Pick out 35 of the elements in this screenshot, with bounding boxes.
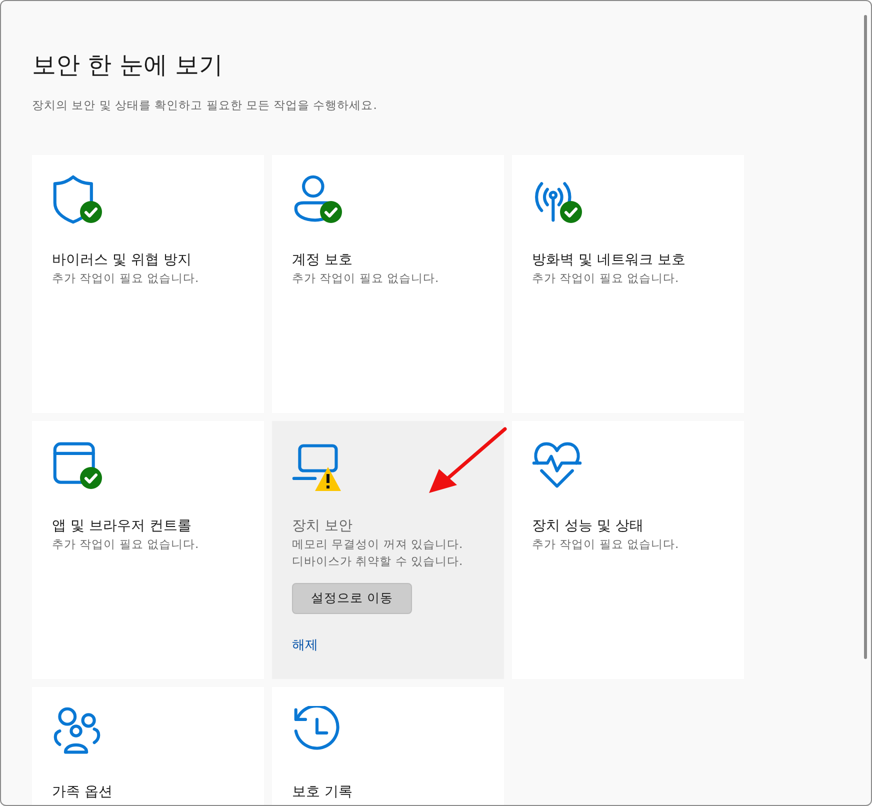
- security-card[interactable]: 가족 옵션: [32, 687, 264, 805]
- dismiss-link[interactable]: 해제: [292, 636, 318, 654]
- card-title: 바이러스 및 위협 방지: [52, 251, 192, 270]
- card-title: 가족 옵션: [52, 783, 112, 802]
- security-card[interactable]: 계정 보호 추가 작업이 필요 없습니다.: [272, 155, 504, 413]
- card-description: 디바이스가 취약할 수 있습니다.: [292, 553, 463, 570]
- card-description: 추가 작업이 필요 없습니다.: [292, 270, 439, 287]
- card-title: 보호 기록: [292, 783, 352, 802]
- page-subtitle: 장치의 보안 및 상태를 확인하고 필요한 모든 작업을 수행하세요.: [32, 97, 378, 113]
- security-card[interactable]: 방화벽 및 네트워크 보호 추가 작업이 필요 없습니다.: [512, 155, 744, 413]
- check-badge-icon: [80, 201, 102, 223]
- card-description: 추가 작업이 필요 없습니다.: [52, 270, 199, 287]
- card-description: 추가 작업이 필요 없습니다.: [532, 536, 679, 553]
- security-card[interactable]: 바이러스 및 위협 방지 추가 작업이 필요 없습니다.: [32, 155, 264, 413]
- card-title: 장치 성능 및 상태: [532, 517, 644, 536]
- scrollbar[interactable]: [864, 15, 867, 659]
- card-description: 추가 작업이 필요 없습니다.: [52, 536, 199, 553]
- security-card[interactable]: 보호 기록: [272, 687, 504, 805]
- page-title: 보안 한 눈에 보기: [32, 50, 224, 81]
- card-description: 메모리 무결성이 꺼져 있습니다.: [292, 536, 463, 553]
- security-card[interactable]: 장치 성능 및 상태 추가 작업이 필요 없습니다.: [512, 421, 744, 679]
- card-title: 앱 및 브라우저 컨트롤: [52, 517, 192, 536]
- card-title: 계정 보호: [292, 251, 352, 270]
- check-badge-icon: [80, 467, 102, 489]
- warning-icon: [314, 466, 342, 492]
- security-card[interactable]: 앱 및 브라우저 컨트롤 추가 작업이 필요 없습니다.: [32, 421, 264, 679]
- card-title: 방화벽 및 네트워크 보호: [532, 251, 686, 270]
- go-to-settings-button[interactable]: 설정으로 이동: [292, 583, 412, 614]
- family-icon: [52, 706, 102, 756]
- heartbeat-icon: [532, 440, 582, 490]
- check-badge-icon: [560, 201, 582, 223]
- card-description: 추가 작업이 필요 없습니다.: [532, 270, 679, 287]
- check-badge-icon: [320, 201, 342, 223]
- card-title: 장치 보안: [292, 517, 352, 536]
- security-card[interactable]: 장치 보안 메모리 무결성이 꺼져 있습니다. 디바이스가 취약할 수 있습니다. 설정으로 이동 해제: [272, 421, 504, 679]
